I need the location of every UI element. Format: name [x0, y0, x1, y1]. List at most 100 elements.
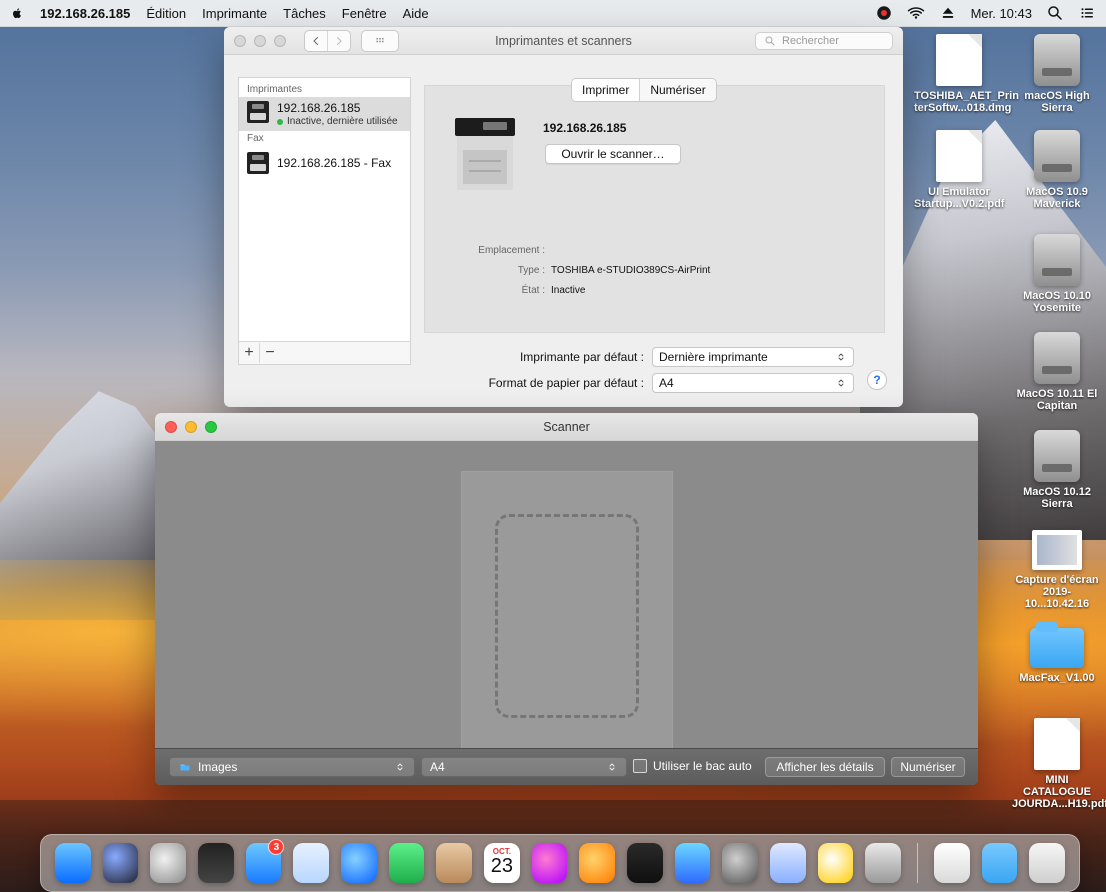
screenshot-file-icon	[1032, 530, 1082, 570]
desktop-icon-label: MacOS 10.12 Sierra	[1023, 486, 1091, 510]
calendar-day: 23	[490, 855, 513, 877]
folder-icon	[1030, 622, 1084, 668]
updown-chevron-icon	[838, 353, 844, 361]
desktop-icon[interactable]: MacOS 10.12 Sierra	[1012, 430, 1102, 510]
pdf-file-icon	[1034, 718, 1080, 770]
app-store-badge: 3	[268, 839, 285, 855]
default-printer-select[interactable]: Dernière imprimante	[652, 347, 854, 367]
dmg-file-icon	[936, 34, 982, 86]
menu-item-taches[interactable]: Tâches	[283, 6, 326, 21]
default-paper-select[interactable]: A4	[652, 373, 854, 393]
calendar-icon[interactable]: OCT. 23	[484, 843, 520, 883]
photo-booth-icon[interactable]	[627, 843, 663, 883]
printer-info-fields: Emplacement : Type : TOSHIBA e-STUDIO389…	[467, 240, 710, 300]
scan-button[interactable]: Numériser	[891, 757, 965, 777]
desktop-icon[interactable]: Capture d'écran 2019-10...10.42.16	[1012, 530, 1102, 610]
menu-clock[interactable]: Mer. 10:43	[971, 6, 1032, 21]
app-store-icon[interactable]: 3	[245, 839, 285, 883]
image-capture-icon[interactable]	[674, 843, 711, 883]
menu-item-fenetre[interactable]: Fenêtre	[342, 6, 387, 21]
search-field[interactable]: Rechercher	[755, 32, 893, 50]
printer-status-text: Inactive, dernière utilisée	[287, 116, 398, 127]
downloads-folder-icon[interactable]	[981, 843, 1018, 883]
scanner-window: Scanner Images A4 Utiliser le bac auto A…	[155, 413, 978, 785]
drive-icon	[1034, 34, 1080, 86]
scan-destination-dropdown[interactable]: Images	[169, 757, 415, 777]
finder-icon[interactable]	[55, 843, 91, 883]
system-preferences-icon[interactable]	[722, 843, 759, 883]
notification-center-icon[interactable]	[1078, 4, 1096, 22]
spotlight-search-icon[interactable]	[1046, 4, 1064, 22]
default-printer-label: Imprimante par défaut :	[519, 350, 644, 364]
tab-imprimer[interactable]: Imprimer	[572, 79, 641, 101]
apple-icon[interactable]	[10, 6, 24, 20]
printer-details-name: 192.168.26.185	[543, 121, 627, 135]
printer-list-item[interactable]: 192.168.26.185 Inactive, dernière utilis…	[239, 97, 410, 131]
help-button[interactable]: ?	[867, 370, 887, 390]
desktop-icon[interactable]: MacOS 10.11 El Capitan	[1012, 332, 1102, 412]
safari-icon[interactable]	[341, 843, 377, 883]
desktop-icon-label: MacOS 10.9 Maverick	[1026, 186, 1088, 210]
dock: 3 OCT. 23	[40, 834, 1080, 892]
scan-selection-outline[interactable]	[495, 514, 639, 718]
menu-item-aide[interactable]: Aide	[403, 6, 429, 21]
printer-app-icon[interactable]	[865, 843, 902, 883]
printers-and-scanners-window: Imprimantes et scanners Rechercher Impri…	[224, 27, 903, 407]
facetime-icon[interactable]	[388, 843, 425, 883]
menu-item-imprimante[interactable]: Imprimante	[202, 6, 267, 21]
printers-list-panel: Imprimantes 192.168.26.185 Inactive, der…	[238, 77, 411, 365]
fax-list-item[interactable]: 192.168.26.185 - Fax	[239, 148, 410, 178]
desktop-icon-label: TOSHIBA_AET_Prin terSoftw...018.dmg	[914, 90, 1019, 114]
wifi-icon[interactable]	[907, 4, 925, 22]
scan-paper-preview	[461, 471, 673, 763]
eject-icon[interactable]	[939, 4, 957, 22]
trash-icon[interactable]	[1029, 843, 1065, 883]
desktop-icon[interactable]: MINI CATALOGUE JOURDA...H19.pdf	[1012, 718, 1106, 810]
desktop-icon[interactable]: macOS High Sierra	[1012, 34, 1102, 114]
use-auto-tray-label: Utiliser le bac auto	[653, 759, 752, 773]
scan-destination-value: Images	[198, 760, 238, 774]
fax-section-header: Fax	[247, 133, 264, 144]
scanner-toolbar: Images A4 Utiliser le bac auto Afficher …	[155, 748, 978, 785]
desktop-icon[interactable]: MacOS 10.10 Yosemite	[1012, 234, 1102, 314]
scan-paper-size-dropdown[interactable]: A4	[421, 757, 627, 777]
default-printer-row: Imprimante par défaut : Dernière imprima…	[484, 347, 854, 367]
maps-icon[interactable]	[770, 843, 806, 883]
menu-app-name[interactable]: 192.168.26.185	[40, 6, 130, 21]
printer-icon	[247, 101, 269, 123]
field-label: Type :	[517, 264, 545, 276]
printers-section-header: Imprimantes	[247, 84, 303, 95]
default-printer-value: Dernière imprimante	[659, 350, 768, 364]
show-details-button[interactable]: Afficher les détails	[765, 757, 885, 777]
drive-icon	[1034, 234, 1080, 286]
desktop-icon[interactable]: MacFax_V1.00	[1012, 622, 1102, 684]
itunes-icon[interactable]	[531, 843, 568, 883]
menu-item-edition[interactable]: Édition	[146, 6, 186, 21]
menu-bar: 192.168.26.185 Édition Imprimante Tâches…	[0, 0, 1106, 27]
tab-numeriser[interactable]: Numériser	[640, 79, 715, 101]
mission-control-icon[interactable]	[198, 843, 234, 883]
contacts-icon[interactable]	[436, 843, 473, 883]
field-row-location: Emplacement :	[467, 240, 710, 260]
desktop-icon[interactable]: MacOS 10.9 Maverick	[1012, 130, 1102, 210]
photos-icon[interactable]	[817, 843, 854, 883]
updown-chevron-icon	[609, 763, 615, 771]
menu-left: 192.168.26.185 Édition Imprimante Tâches…	[10, 6, 429, 21]
preview-icon[interactable]	[293, 843, 330, 883]
use-auto-tray-checkbox[interactable]: Utiliser le bac auto	[633, 759, 752, 773]
desktop-icon[interactable]: TOSHIBA_AET_Prin terSoftw...018.dmg	[914, 34, 1019, 114]
open-scanner-button[interactable]: Ouvrir le scanner…	[545, 144, 681, 164]
print-scan-tabs: Imprimer Numériser	[571, 78, 717, 102]
launchpad-icon[interactable]	[150, 843, 187, 883]
desktop-icon-label: MINI CATALOGUE JOURDA...H19.pdf	[1012, 774, 1106, 810]
document-icon[interactable]	[933, 843, 970, 883]
ibooks-icon[interactable]	[579, 843, 616, 883]
drive-icon	[1034, 332, 1080, 384]
scanner-titlebar: Scanner	[155, 413, 978, 441]
siri-icon[interactable]	[102, 843, 139, 883]
default-paper-label: Format de papier par défaut :	[488, 376, 644, 390]
desktop-icon-label: Capture d'écran 2019-10...10.42.16	[1015, 574, 1099, 610]
fax-printer-icon	[247, 152, 269, 174]
status-app-icon[interactable]	[875, 4, 893, 22]
desktop-icon[interactable]: UI Emulator Startup...V0.2.pdf	[914, 130, 1004, 210]
